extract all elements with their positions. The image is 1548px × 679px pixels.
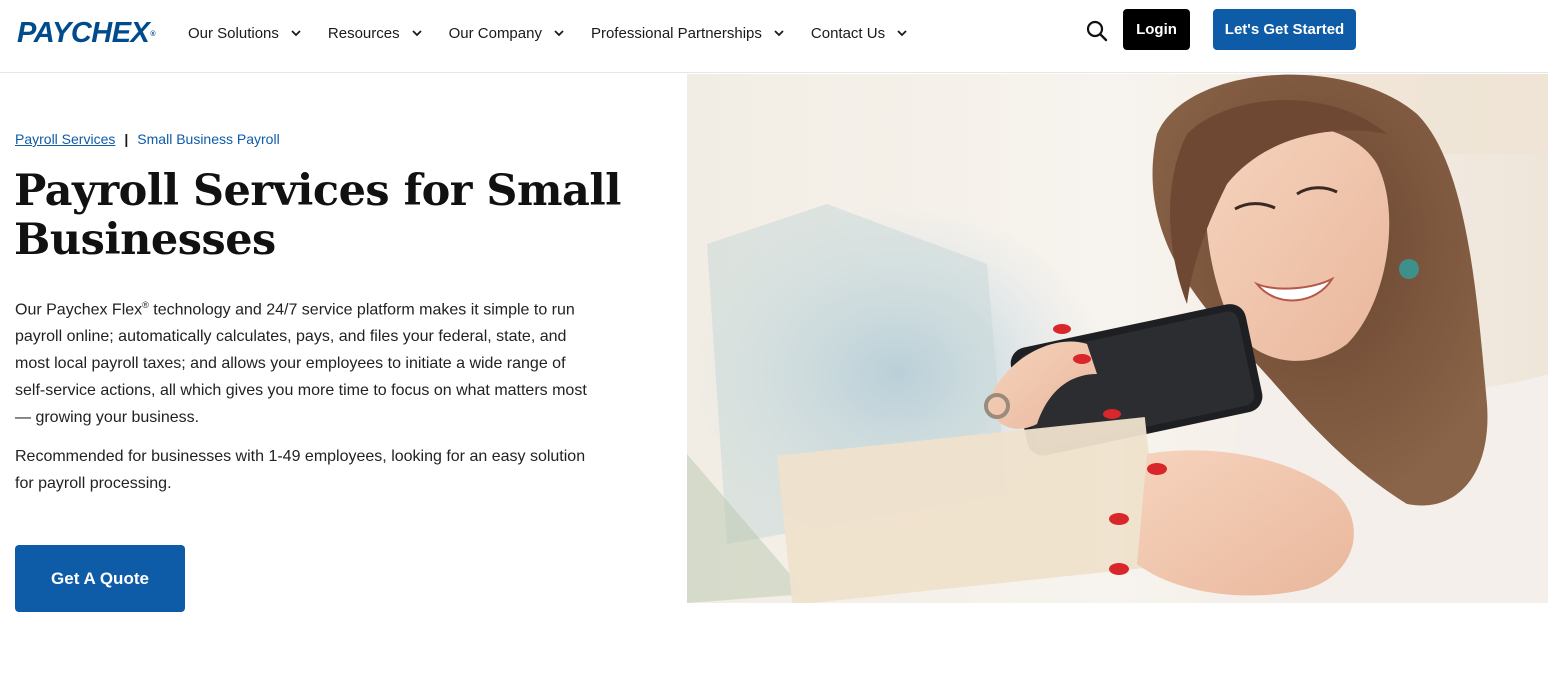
- nav-our-solutions[interactable]: Our Solutions: [188, 25, 302, 42]
- main-nav: Our Solutions Resources Our Company Prof…: [188, 22, 934, 44]
- chevron-down-icon: [554, 30, 564, 37]
- chevron-down-icon: [291, 30, 301, 37]
- intro-text-start: Our Paychex Flex: [15, 301, 143, 319]
- breadcrumb: Payroll Services | Small Business Payrol…: [15, 131, 280, 147]
- chevron-down-icon: [774, 30, 784, 37]
- nav-contact-us[interactable]: Contact Us: [811, 25, 908, 42]
- logo-registered-mark: ®: [150, 31, 156, 38]
- nav-label: Resources: [327, 24, 400, 42]
- intro-paragraph: Our Paychex Flex® technology and 24/7 se…: [15, 292, 595, 431]
- nav-label: Contact Us: [810, 24, 886, 42]
- chevron-down-icon: [411, 30, 422, 37]
- registered-mark: ®: [142, 300, 149, 310]
- nav-professional-partnerships[interactable]: Professional Partnerships: [591, 25, 785, 42]
- nav-label: Our Company: [448, 24, 542, 42]
- breadcrumb-current: Small Business Payroll: [137, 131, 280, 147]
- breadcrumb-link-payroll-services[interactable]: Payroll Services: [15, 131, 115, 147]
- nav-our-company[interactable]: Our Company: [449, 25, 565, 42]
- chevron-down-icon: [897, 30, 907, 37]
- intro-text-end: technology and 24/7 service platform mak…: [15, 301, 587, 427]
- recommendation-paragraph: Recommended for businesses with 1-49 emp…: [15, 448, 586, 492]
- site-header: PAYCHEX® Our Solutions Resources Our Com…: [0, 0, 1548, 73]
- nav-resources[interactable]: Resources: [328, 25, 423, 42]
- page-title: Payroll Services for Small Businesses: [14, 166, 622, 265]
- search-icon[interactable]: [1085, 19, 1109, 43]
- paychex-logo[interactable]: PAYCHEX®: [17, 17, 156, 49]
- woman-holding-phone-and-paper-photo: [687, 74, 1548, 603]
- lets-get-started-button[interactable]: Let's Get Started: [1213, 9, 1356, 50]
- get-a-quote-button[interactable]: Get A Quote: [15, 545, 185, 612]
- breadcrumb-separator: |: [124, 131, 129, 147]
- login-button[interactable]: Login: [1123, 9, 1190, 50]
- nav-label: Our Solutions: [188, 24, 279, 42]
- hero-image: [687, 74, 1548, 603]
- logo-text: PAYCHEX: [17, 17, 150, 49]
- nav-label: Professional Partnerships: [590, 24, 762, 42]
